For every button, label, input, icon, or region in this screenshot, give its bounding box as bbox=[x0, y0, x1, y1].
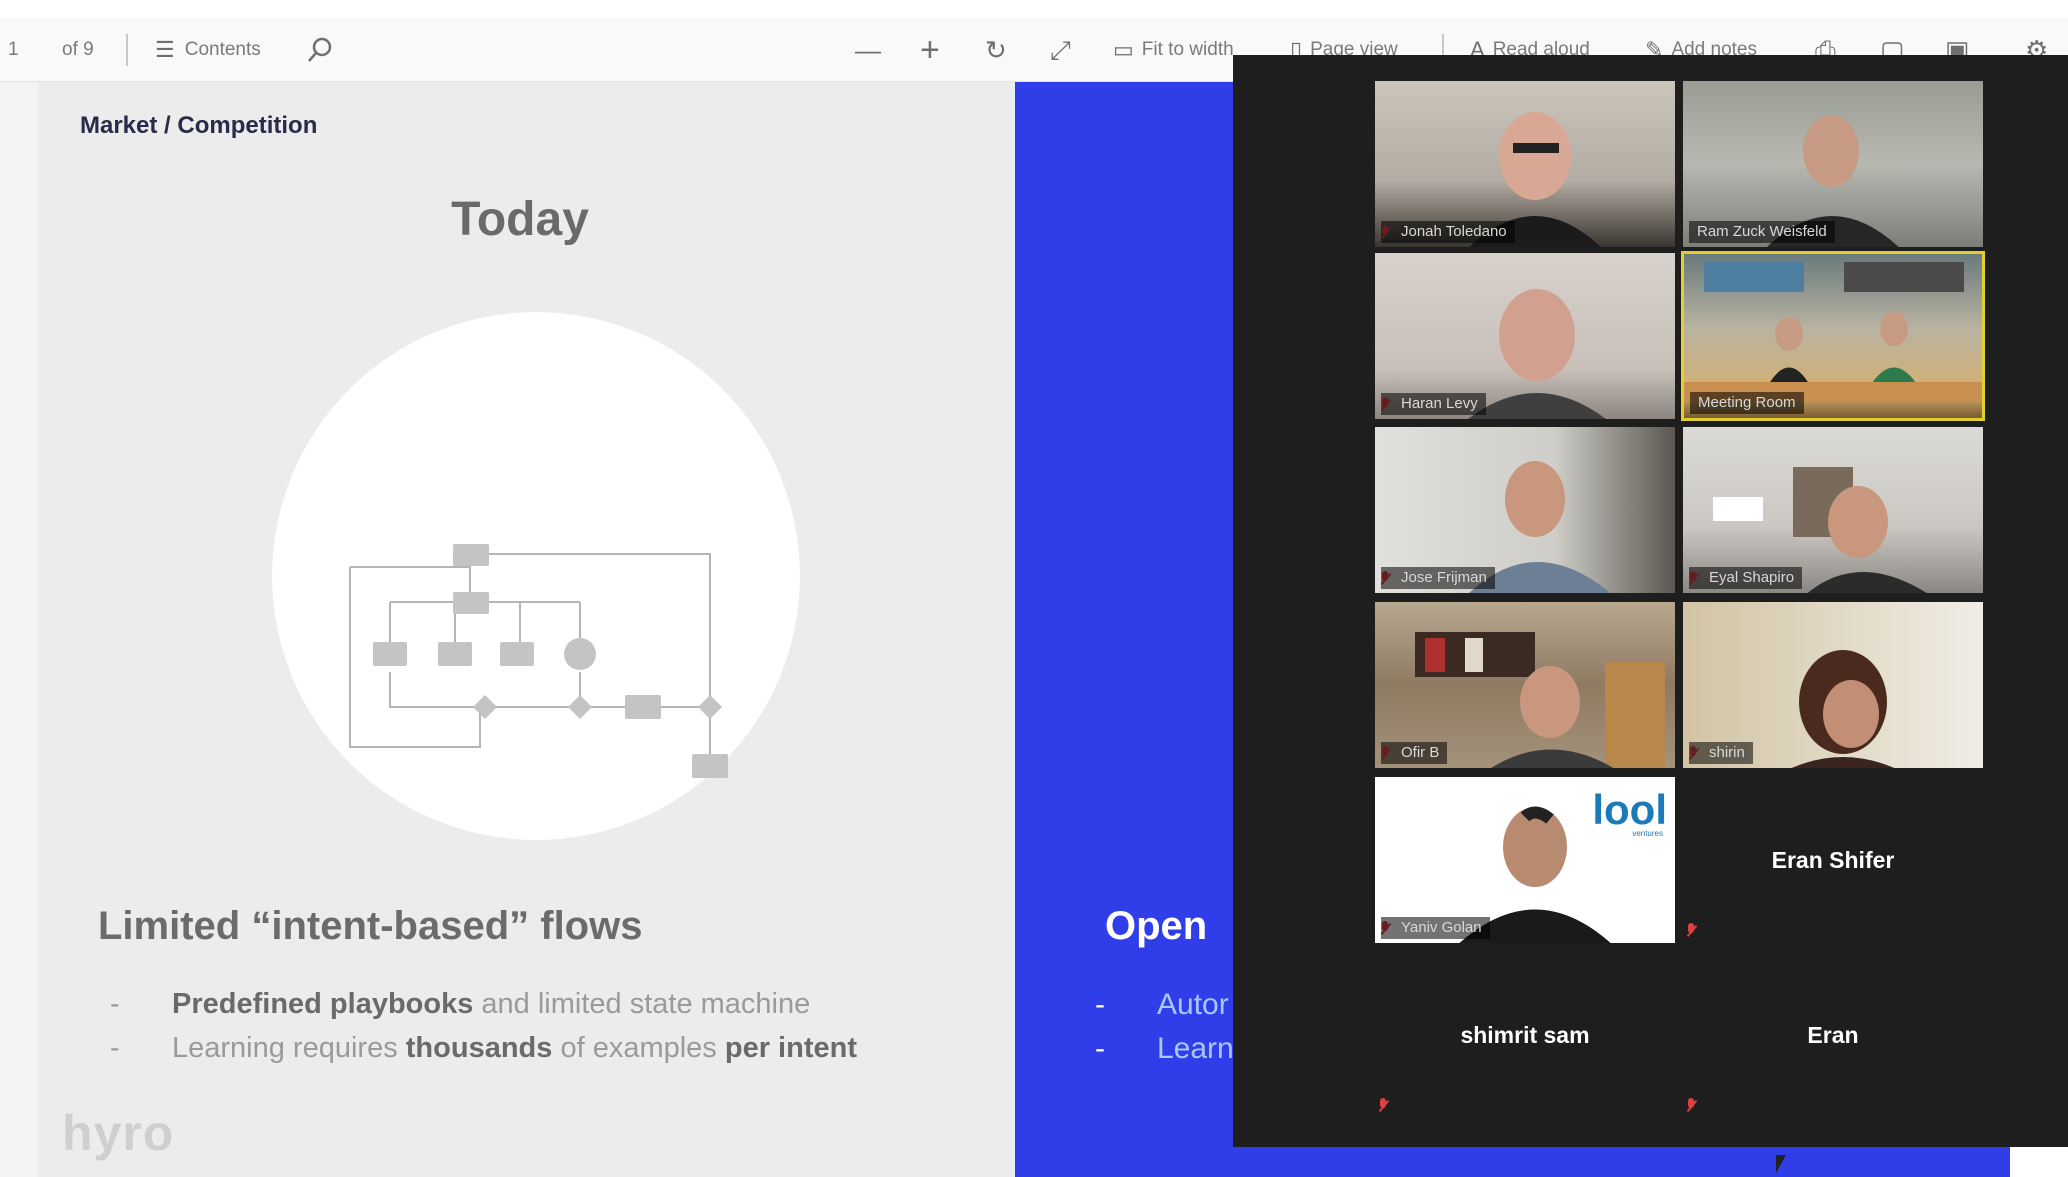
right-bullet: - Learn bbox=[1095, 1032, 1234, 1066]
fit-to-width-label: Fit to width bbox=[1141, 39, 1234, 60]
bullet-bold: thousands bbox=[405, 1032, 553, 1064]
left-heading: Limited “intent-based” flows bbox=[98, 904, 643, 948]
flow-node bbox=[692, 754, 728, 778]
bullet-text: and limited state machine bbox=[473, 988, 811, 1020]
left-bullet: - Learning requires thousands of examples… bbox=[110, 1032, 857, 1065]
participant-name: shirin bbox=[1689, 742, 1753, 764]
participant-tile-active-speaker[interactable]: Meeting Room bbox=[1681, 251, 1985, 421]
participant-tile[interactable]: Eyal Shapiro bbox=[1681, 425, 1985, 595]
screen: 1 of 9 ☰ Contents — + ↻ ⤢ ▭ Fit to width… bbox=[0, 0, 2068, 1177]
flow-node bbox=[373, 642, 407, 666]
participant-name: Haran Levy bbox=[1381, 393, 1486, 415]
contents-label: Contents bbox=[184, 39, 261, 60]
minus-icon: — bbox=[855, 35, 881, 65]
zoom-in-button[interactable]: + bbox=[920, 18, 940, 82]
participant-tile[interactable]: Jonah Toledano bbox=[1373, 79, 1677, 249]
page-number-input[interactable]: 1 bbox=[8, 18, 19, 82]
rotate-icon: ↻ bbox=[985, 35, 1007, 65]
participant-tile-no-video[interactable]: shimrit sam bbox=[1373, 950, 1677, 1120]
bullet-text: Learning requires bbox=[172, 1032, 406, 1064]
participant-name: Eyal Shapiro bbox=[1689, 567, 1803, 589]
participant-tile[interactable]: Ofir B bbox=[1373, 600, 1677, 770]
page-total-label: of 9 bbox=[62, 39, 94, 60]
muted-mic-icon bbox=[1377, 1098, 1389, 1114]
flow-node bbox=[453, 592, 489, 614]
participant-tile[interactable]: lool ventures Yaniv Golan bbox=[1373, 775, 1677, 945]
bullet-dash: - bbox=[1095, 1032, 1105, 1065]
bullet-text: Learn bbox=[1157, 1032, 1234, 1065]
slide-title: Today bbox=[451, 193, 589, 246]
plus-icon: + bbox=[920, 31, 940, 69]
muted-mic-icon bbox=[1685, 923, 1697, 939]
bullet-bold: Predefined playbooks bbox=[172, 988, 474, 1020]
participant-name: Eran bbox=[1807, 1021, 1859, 1048]
flow-node bbox=[625, 695, 661, 719]
participant-name: Ram Zuck Weisfeld bbox=[1689, 221, 1835, 243]
bullet-dash: - bbox=[110, 988, 120, 1020]
participant-name: shimrit sam bbox=[1460, 1021, 1590, 1048]
muted-mic-icon bbox=[1685, 1098, 1697, 1114]
expand-icon: ⤢ bbox=[1050, 35, 1071, 65]
flow-node bbox=[438, 642, 472, 666]
flowchart-diagram bbox=[349, 544, 728, 778]
bullet-dash: - bbox=[110, 1032, 120, 1064]
participant-name: Jonah Toledano bbox=[1381, 221, 1515, 243]
hyro-logo: hyro bbox=[62, 1105, 175, 1161]
left-bullet: - Predefined playbooks and limited state … bbox=[110, 988, 810, 1021]
participant-name: Meeting Room bbox=[1690, 392, 1804, 414]
lool-logo: lool bbox=[1592, 786, 1667, 833]
participant-tile[interactable]: Haran Levy bbox=[1373, 251, 1677, 421]
flow-decision bbox=[568, 695, 592, 719]
participant-name: Eran Shifer bbox=[1771, 846, 1895, 873]
flow-node bbox=[453, 544, 489, 566]
right-bullet: - Autor bbox=[1095, 988, 1229, 1022]
slide-breadcrumb: Market / Competition bbox=[80, 112, 318, 139]
participant-tile-no-video[interactable]: Eran Shifer bbox=[1681, 775, 1985, 945]
video-meeting-panel[interactable]: Jonah Toledano Ram Zuck Weisfeld Haran L… bbox=[1233, 55, 2068, 1147]
participant-tile[interactable]: shirin bbox=[1681, 600, 1985, 770]
fit-width-icon: ▭ bbox=[1113, 37, 1134, 62]
participant-name: Jose Frijman bbox=[1381, 567, 1495, 589]
flow-node bbox=[500, 642, 534, 666]
rotate-button[interactable]: ↻ bbox=[985, 18, 1007, 82]
participant-tile[interactable]: Jose Frijman bbox=[1373, 425, 1677, 595]
bullet-dash: - bbox=[1095, 988, 1105, 1021]
participant-name: Yaniv Golan bbox=[1381, 917, 1490, 939]
participant-name: Ofir B bbox=[1381, 742, 1448, 764]
right-heading: Open bbox=[1105, 904, 1208, 948]
fit-to-width-button[interactable]: ▭ Fit to width bbox=[1113, 18, 1234, 82]
bullet-bold: per intent bbox=[724, 1032, 857, 1064]
flow-node bbox=[564, 638, 596, 670]
fullscreen-button[interactable]: ⤢ bbox=[1050, 18, 1071, 82]
list-icon: ☰ bbox=[155, 37, 175, 62]
participant-tile-no-video[interactable]: Eran bbox=[1681, 950, 1985, 1120]
contents-button[interactable]: ☰ Contents bbox=[155, 18, 261, 82]
search-icon bbox=[308, 37, 332, 62]
bullet-text: of examples bbox=[552, 1032, 725, 1064]
toolbar-divider bbox=[126, 34, 128, 66]
search-button[interactable] bbox=[306, 18, 334, 82]
mouse-cursor-icon bbox=[1776, 1155, 1786, 1173]
flow-decision bbox=[698, 695, 722, 719]
bullet-text: Autor bbox=[1157, 988, 1229, 1021]
lool-logo-sub: ventures bbox=[1632, 829, 1663, 838]
participant-tile[interactable]: Ram Zuck Weisfeld bbox=[1681, 79, 1985, 249]
zoom-out-button[interactable]: — bbox=[855, 18, 881, 82]
flow-decision bbox=[473, 695, 497, 719]
